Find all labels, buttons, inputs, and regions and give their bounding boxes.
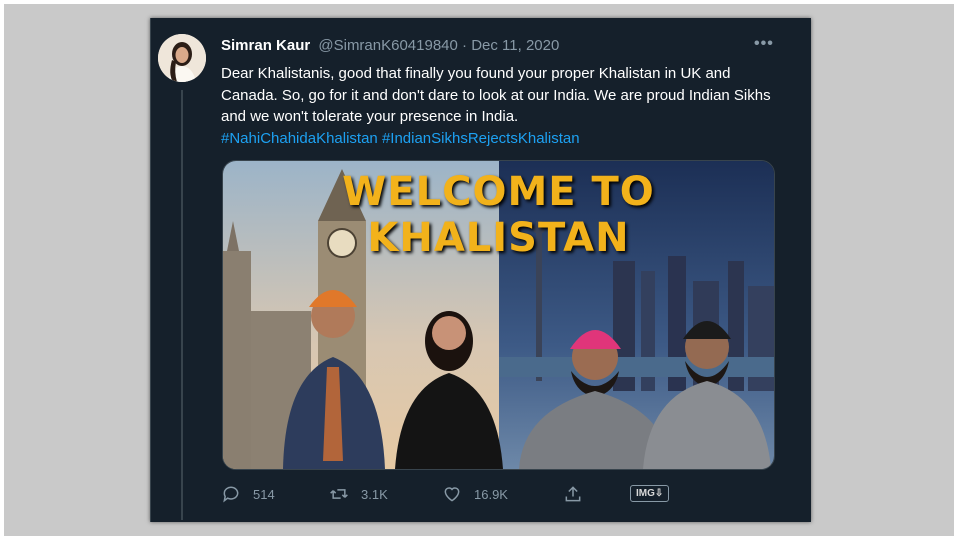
- tweet-header: Simran Kaur @SimranK60419840 · Dec 11, 2…: [221, 37, 559, 54]
- thread-line: [181, 90, 183, 520]
- more-options-icon[interactable]: •••: [754, 35, 774, 53]
- retweet-button[interactable]: 3.1K: [329, 484, 388, 504]
- tweet-text: Dear Khalistanis, good that finally you …: [221, 65, 771, 125]
- retweet-icon: [330, 489, 348, 499]
- retweet-count: 3.1K: [361, 486, 388, 502]
- header-separator: ·: [462, 37, 468, 54]
- image-download-badge[interactable]: IMG⇩: [630, 485, 670, 502]
- tweet-body: Dear Khalistanis, good that finally you …: [221, 63, 781, 149]
- like-button[interactable]: 16.9K: [442, 484, 508, 504]
- avatar-image: [158, 34, 206, 82]
- author-handle[interactable]: @SimranK60419840: [318, 37, 457, 54]
- avatar[interactable]: [158, 34, 206, 82]
- tweet-date[interactable]: Dec 11, 2020: [471, 37, 559, 54]
- tweet-actions: 514 3.1K 16.9K: [221, 484, 691, 506]
- media-headline: WELCOME TO KHALISTAN: [342, 169, 655, 261]
- author-name[interactable]: Simran Kaur: [221, 37, 310, 54]
- reply-button[interactable]: 514: [221, 484, 275, 504]
- reply-count: 514: [253, 486, 275, 502]
- heart-icon: [444, 487, 460, 502]
- share-icon: [565, 486, 581, 502]
- tweet-hashtags[interactable]: #NahiChahidaKhalistan #IndianSikhsReject…: [221, 130, 580, 147]
- tweet-media-image[interactable]: WELCOME TO KHALISTAN: [222, 160, 775, 470]
- reply-icon: [223, 486, 239, 503]
- share-button[interactable]: [563, 484, 583, 504]
- like-count: 16.9K: [474, 486, 508, 502]
